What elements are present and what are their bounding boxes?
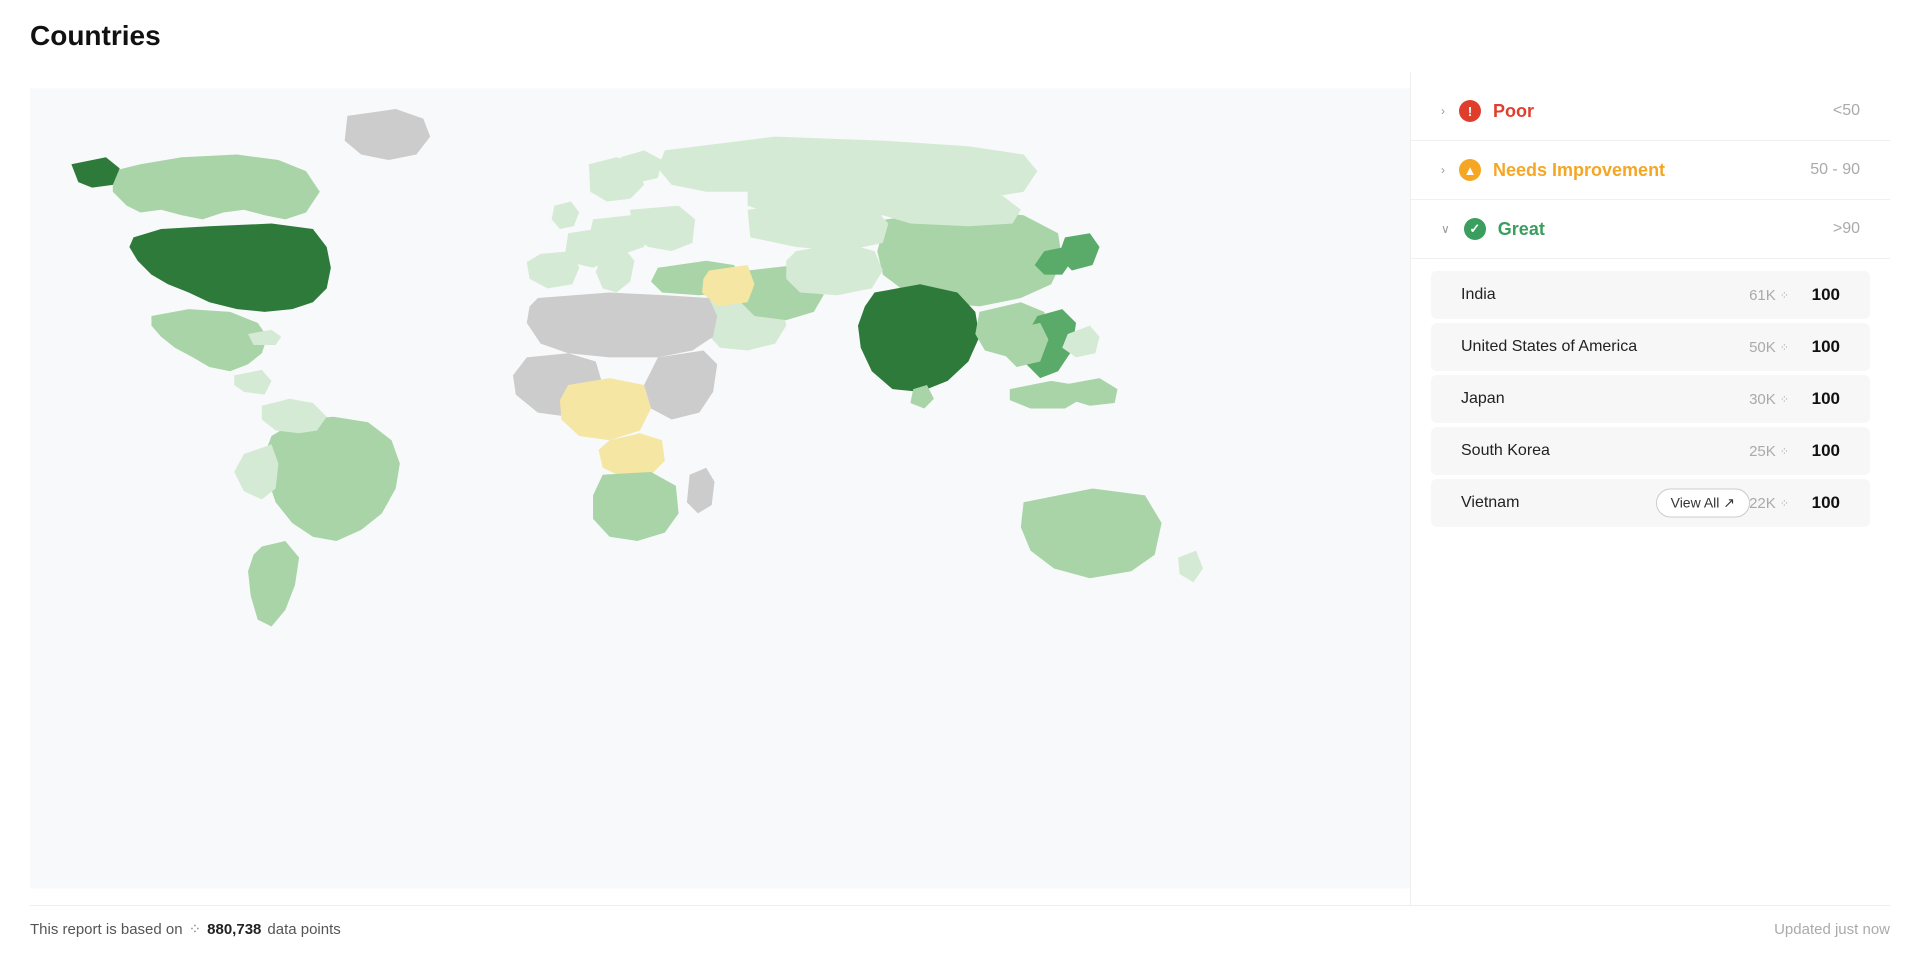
needs-range: 50 - 90 (1810, 161, 1860, 179)
dots-vietnam-icon: ⁘ (1780, 497, 1789, 510)
country-count-india: 61K ⁘ (1749, 287, 1789, 304)
poor-range: <50 (1833, 102, 1860, 120)
country-row-south-korea[interactable]: South Korea 25K ⁘ 100 (1431, 427, 1870, 475)
country-list: India 61K ⁘ 100 United States of America… (1411, 259, 1890, 539)
right-panel: › ! Poor <50 › ▲ Needs Improvement 50 - … (1410, 72, 1890, 905)
footer-prefix: This report is based on (30, 921, 183, 938)
country-count-vietnam: 22K ⁘ (1749, 495, 1789, 512)
country-count-japan: 30K ⁘ (1749, 391, 1789, 408)
country-name-usa: United States of America (1461, 338, 1749, 356)
dots-south-korea-icon: ⁘ (1780, 445, 1789, 458)
category-needs[interactable]: › ▲ Needs Improvement 50 - 90 (1411, 141, 1890, 200)
category-great[interactable]: ∨ ✓ Great >90 (1411, 200, 1890, 259)
needs-icon: ▲ (1459, 159, 1481, 181)
country-score-japan: 100 (1805, 389, 1840, 409)
country-name-south-korea: South Korea (1461, 442, 1749, 460)
great-label: Great (1498, 219, 1833, 240)
view-all-button[interactable]: View All ↗ (1656, 489, 1750, 518)
country-score-usa: 100 (1805, 337, 1840, 357)
country-row-india[interactable]: India 61K ⁘ 100 (1431, 271, 1870, 319)
footer-datapoints: 880,738 (207, 921, 261, 938)
chevron-needs-icon: › (1441, 163, 1445, 177)
country-row-japan[interactable]: Japan 30K ⁘ 100 (1431, 375, 1870, 423)
country-row-vietnam[interactable]: Vietnam View All ↗ 22K ⁘ 100 (1431, 479, 1870, 527)
country-score-india: 100 (1805, 285, 1840, 305)
footer-suffix: data points (267, 921, 340, 938)
country-score-vietnam: 100 (1805, 493, 1840, 513)
poor-label: Poor (1493, 101, 1833, 122)
great-range: >90 (1833, 220, 1860, 238)
country-count-usa: 50K ⁘ (1749, 339, 1789, 356)
country-name-japan: Japan (1461, 390, 1749, 408)
page-title: Countries (30, 20, 1890, 52)
needs-label: Needs Improvement (1493, 160, 1810, 181)
country-count-south-korea: 25K ⁘ (1749, 443, 1789, 460)
footer-left: This report is based on ⁘ 880,738 data p… (30, 920, 341, 938)
chevron-great-icon: ∨ (1441, 222, 1450, 236)
dots-usa-icon: ⁘ (1780, 341, 1789, 354)
chevron-poor-icon: › (1441, 104, 1445, 118)
country-score-south-korea: 100 (1805, 441, 1840, 461)
great-icon: ✓ (1464, 218, 1486, 240)
footer: This report is based on ⁘ 880,738 data p… (30, 905, 1890, 938)
category-poor[interactable]: › ! Poor <50 (1411, 82, 1890, 141)
world-map (30, 72, 1410, 905)
country-name-india: India (1461, 286, 1749, 304)
footer-updated: Updated just now (1774, 921, 1890, 938)
dots-india-icon: ⁘ (1780, 289, 1789, 302)
country-row-usa[interactable]: United States of America 50K ⁘ 100 (1431, 323, 1870, 371)
poor-icon: ! (1459, 100, 1481, 122)
dots-japan-icon: ⁘ (1780, 393, 1789, 406)
